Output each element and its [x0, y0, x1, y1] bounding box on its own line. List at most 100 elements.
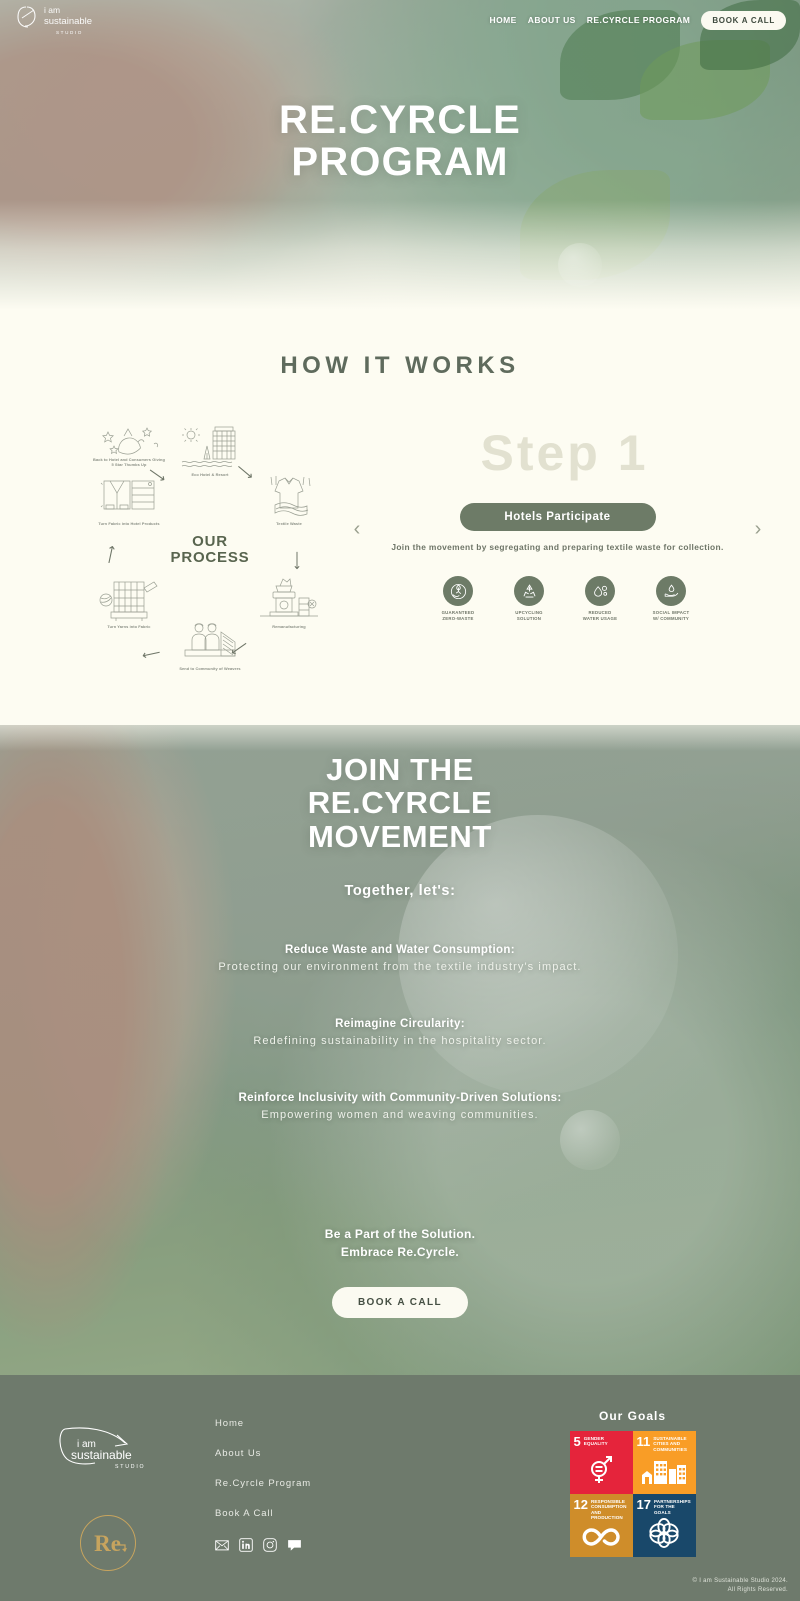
join-subtitle: Together, let's: [344, 883, 456, 900]
social-impact-icon [656, 576, 686, 607]
copyright-text: © I am Sustainable Studio 2024. All Righ… [693, 1577, 788, 1595]
our-goals-title: Our Goals [598, 1409, 666, 1423]
five-star-thumbs-up-icon [102, 427, 159, 455]
chat-icon[interactable] [287, 1538, 302, 1552]
process-node-label: Send to Community of Weavers [179, 666, 241, 671]
top-navigation: i am sustainable STUDIO HOME ABOUT US RE… [0, 0, 800, 40]
nav-link-about-us[interactable]: ABOUT US [528, 15, 576, 25]
sdg-name: SUSTAINABLE CITIES AND COMMUNITIES [653, 1436, 688, 1452]
join-point-heading: Reduce Waste and Water Consumption: [285, 944, 515, 957]
process-arrow: ⟶ [289, 551, 305, 570]
process-center-line-2: PROCESS [170, 549, 250, 566]
infinity-icon [570, 1526, 633, 1553]
guaranteed-zero-waste-icon [443, 576, 473, 607]
badge-guaranteed-zero-waste: GUARANTEED ZERO-WASTE [432, 576, 484, 622]
join-point-heading: Reimagine Circularity: [335, 1018, 465, 1031]
hero-title-line-1: RE.CYRCLE [279, 98, 521, 142]
step-title-pill[interactable]: Hotels Participate [459, 503, 656, 531]
process-center-line-1: OUR [192, 532, 228, 550]
svg-text:sustainable: sustainable [44, 16, 92, 27]
reduced-water-usage-icon [585, 576, 615, 607]
svg-text:i am: i am [44, 5, 60, 15]
textile-waste-icon [270, 476, 311, 516]
process-center-label: OUR PROCESS [170, 532, 250, 566]
badge-social-impact: SOCIAL IMPACT W/ COMMUNITY [645, 576, 697, 622]
join-closing-line-1: Be a Part of the Solution. [324, 1227, 476, 1242]
sdg-card-5[interactable]: 5 GENDER EQUALITY [569, 1431, 633, 1494]
benefit-badges: GUARANTEED ZERO-WASTE UPCYCLING SOLUTION… [359, 576, 770, 622]
hotel-resort-icon [181, 426, 236, 467]
join-point-body: Empowering women and weaving communities… [261, 1109, 539, 1122]
process-node-label: Turn Fabric into Hotel Products [98, 521, 160, 526]
hero-section: i am sustainable STUDIO HOME ABOUT US RE… [0, 0, 800, 310]
badge-label: SOCIAL IMPACT W/ COMMUNITY [645, 610, 697, 622]
email-icon[interactable] [215, 1538, 229, 1552]
hero-bottom-fade [0, 200, 800, 310]
instagram-icon[interactable] [263, 1538, 277, 1552]
nav-book-a-call-button[interactable]: BOOK A CALL [701, 10, 786, 30]
join-point-heading: Reinforce Inclusivity with Community-Dri… [238, 1092, 562, 1105]
step-card: Hotels Participate Join the movement by … [369, 503, 746, 554]
sustainable-cities-icon [633, 1457, 696, 1490]
badge-label-line-1: SOCIAL IMPACT [652, 610, 690, 616]
nav-links-group: HOME ABOUT US RE.CYRCLE PROGRAM BOOK A C… [489, 10, 786, 30]
sdg-card-11[interactable]: 11 SUSTAINABLE CITIES AND COMMUNITIES [632, 1431, 696, 1494]
carousel-prev-button[interactable]: ‹ [345, 519, 369, 539]
footer-logo-column: i am sustainable STUDIO Re [0, 1393, 215, 1601]
footer-link-recyrcle-program[interactable]: Re.Cyrcle Program [215, 1478, 465, 1489]
process-node-label: Remanufacturing [272, 624, 306, 629]
hero-title: RE.CYRCLE PROGRAM [0, 98, 800, 184]
join-closing-line-2: Embrace Re.Cyrcle. [340, 1244, 460, 1259]
process-node-yarn-to-fabric: Turn Yarns into Fabric [93, 578, 165, 629]
carousel-next-button[interactable]: › [746, 519, 770, 539]
badge-label-line-2: W/ COMMUNITY [653, 615, 689, 621]
hero-title-line-2: PROGRAM [291, 139, 509, 184]
nav-link-recyrcle-program[interactable]: RE.CYRCLE PROGRAM [587, 15, 691, 25]
gender-equality-icon [570, 1455, 633, 1490]
remanufacturing-icon [260, 578, 318, 617]
sdg-card-12[interactable]: 12 RESPONSIBLE CONSUMPTION AND PRODUCTIO… [569, 1494, 633, 1557]
brand-logo[interactable]: i am sustainable STUDIO [14, 1, 114, 39]
sdg-name: GENDER EQUALITY [583, 1436, 608, 1447]
badge-label: GUARANTEED ZERO-WASTE [432, 610, 484, 622]
how-it-works-title: HOW IT WORKS [280, 352, 520, 379]
join-title: JOIN THE RE.CYRCLE MOVEMENT [0, 725, 800, 854]
process-node-label: Textile Waste [276, 521, 302, 526]
process-node-remanufacturing: Remanufacturing [253, 578, 325, 629]
footer-links-column: Home About Us Re.Cyrcle Program Book A C… [215, 1393, 465, 1601]
svg-text:STUDIO: STUDIO [115, 1464, 145, 1470]
process-arrow: ⟶ [101, 543, 120, 566]
social-links [215, 1538, 465, 1552]
sdg-number: 11 [636, 1434, 651, 1449]
weavers-community-icon [184, 623, 236, 657]
how-it-works-section: HOW IT WORKS OUR PROCESS Eco Hotel & Res… [0, 310, 800, 725]
join-title-line-3: MOVEMENT [308, 818, 492, 854]
footer-link-book-a-call[interactable]: Book A Call [215, 1508, 465, 1519]
badge-upcycling-solution: UPCYCLING SOLUTION [503, 576, 555, 622]
join-point-body: Protecting our environment from the text… [218, 961, 582, 974]
yarn-to-fabric-icon [99, 581, 158, 621]
step-description: Join the movement by segregating and pre… [391, 542, 724, 552]
footer-link-about-us[interactable]: About Us [215, 1448, 465, 1459]
linkedin-icon[interactable] [239, 1538, 253, 1552]
join-point-1: Reduce Waste and Water Consumption: Prot… [0, 944, 800, 973]
nav-link-home[interactable]: HOME [489, 15, 516, 25]
step-carousel: Step 1 ‹ Hotels Participate Join the mov… [335, 420, 770, 680]
join-point-body: Redefining sustainability in the hospita… [253, 1035, 547, 1048]
sdg-number: 17 [636, 1497, 651, 1512]
process-node-label: Turn Yarns into Fabric [107, 624, 151, 629]
footer-link-home[interactable]: Home [215, 1418, 465, 1429]
join-title-line-2: RE.CYRCLE [307, 785, 493, 821]
badge-label-line-2: WATER USAGE [582, 615, 618, 621]
join-closing-text: Be a Part of the Solution. Embrace Re.Cy… [0, 1226, 800, 1261]
copyright-line-2: All Rights Reserved. [727, 1587, 788, 1593]
process-arrow: ⟶ [140, 645, 162, 664]
sdg-card-17[interactable]: 17 PARTNERSHIPS FOR THE GOALS [632, 1494, 696, 1557]
fabric-to-products-icon [100, 480, 155, 510]
sdg-name: RESPONSIBLE CONSUMPTION AND PRODUCTION [590, 1499, 627, 1520]
join-point-2: Reimagine Circularity: Redefining sustai… [0, 1018, 800, 1047]
badge-label-line-2: ZERO-WASTE [442, 615, 474, 621]
join-book-a-call-button[interactable]: BOOK A CALL [331, 1287, 469, 1319]
re-badge-arrow-icon [114, 1544, 127, 1552]
footer-brand-logo[interactable]: i am sustainable STUDIO [55, 1421, 160, 1473]
